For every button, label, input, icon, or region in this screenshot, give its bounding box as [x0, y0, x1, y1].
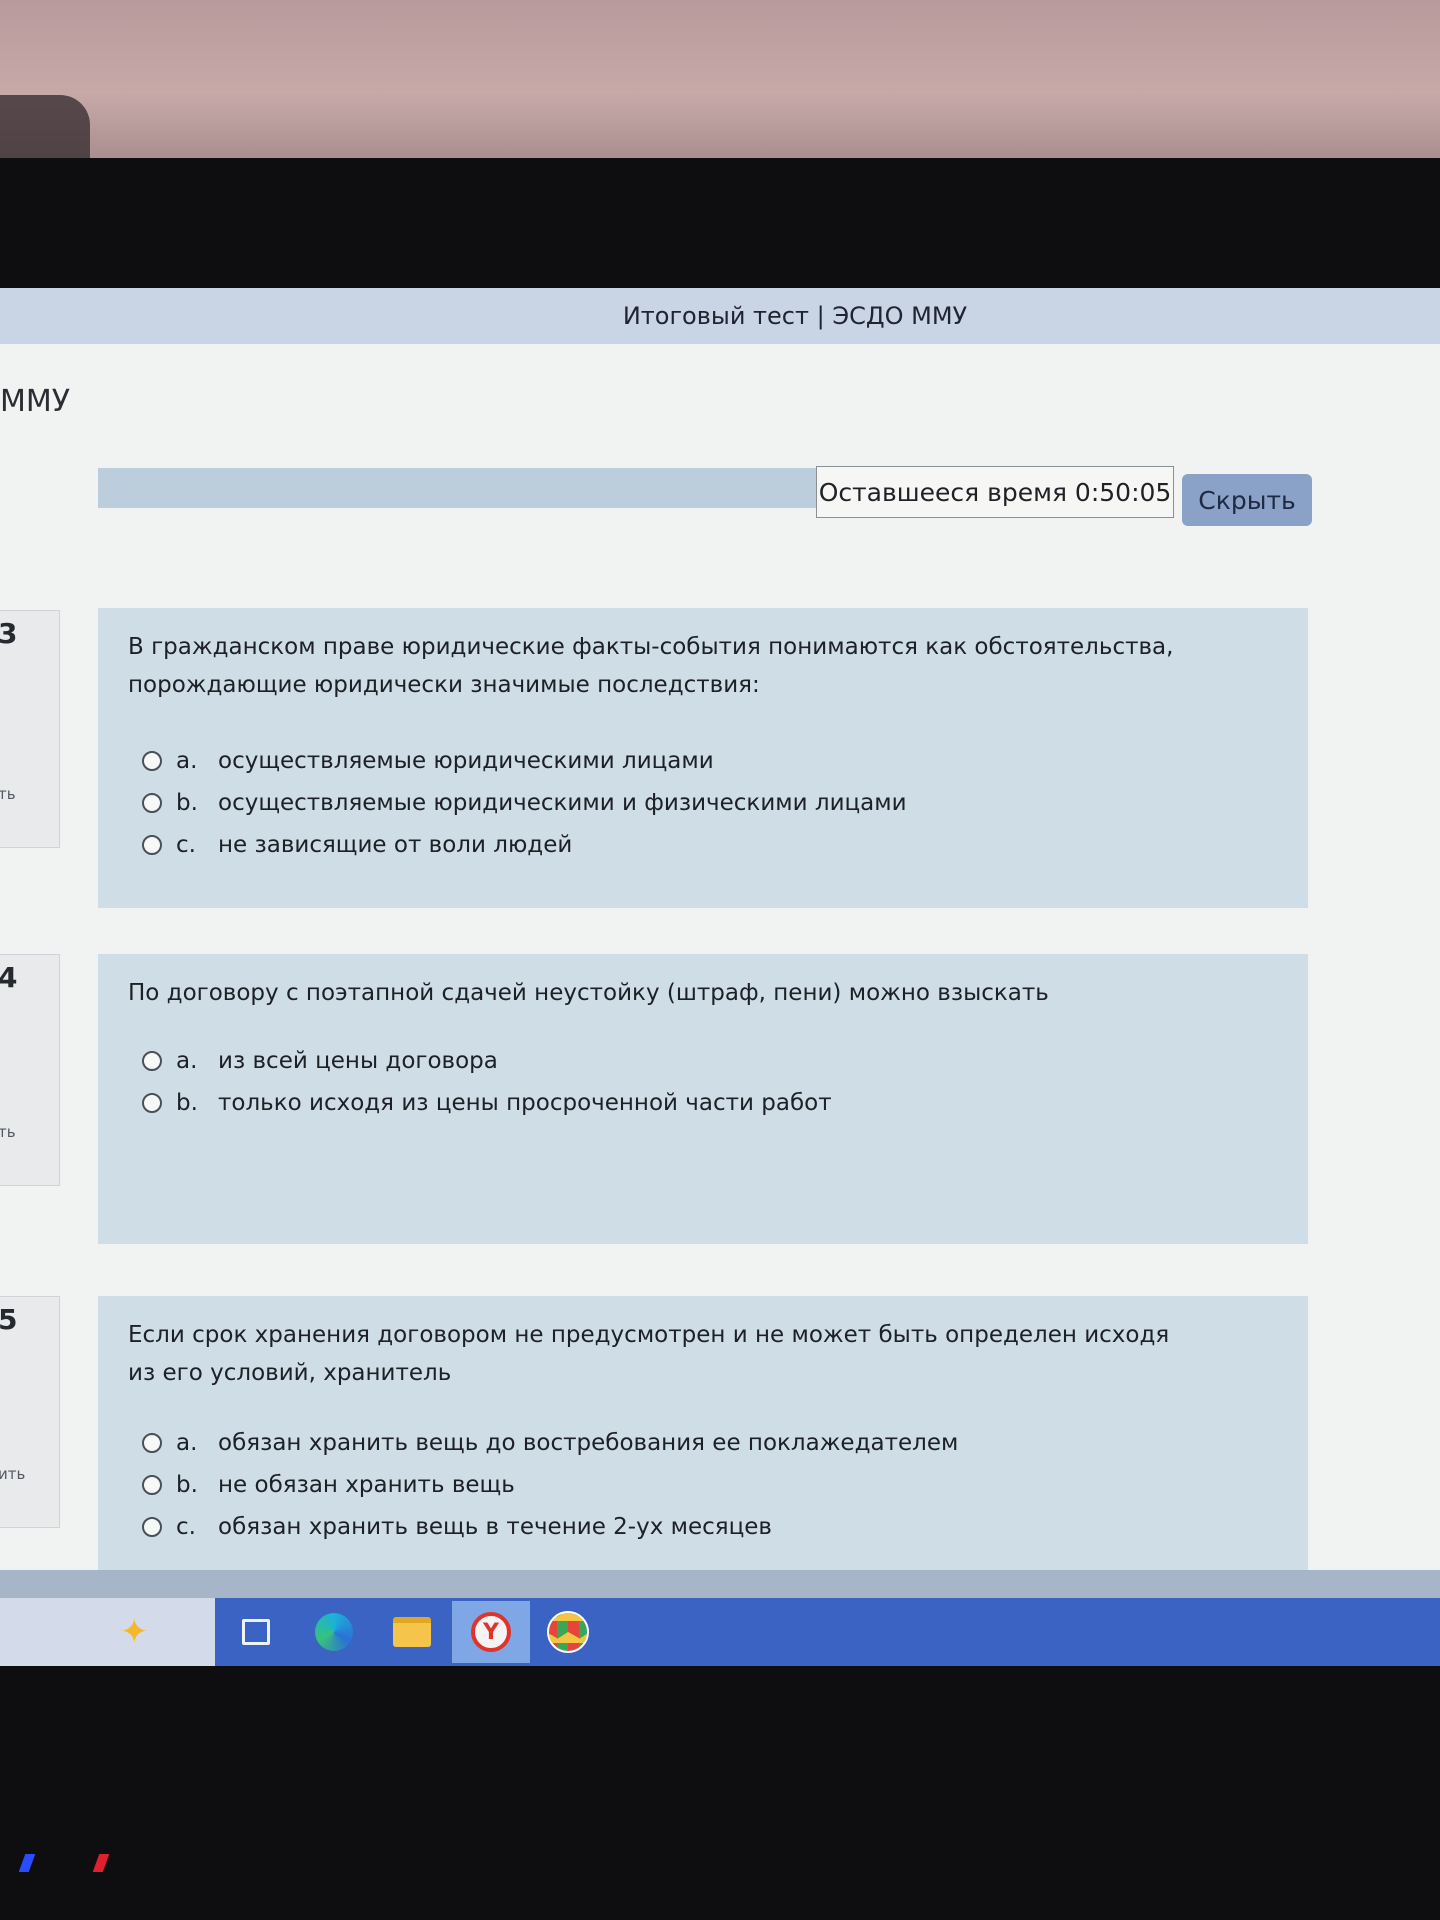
radio-button[interactable] — [142, 835, 162, 855]
answer-letter: c. — [176, 1514, 196, 1540]
answer-text: из всей цены договора — [218, 1048, 498, 1074]
question-text: По договору с поэтапной сдачей неустойку… — [128, 980, 1049, 1006]
answer-option-c[interactable]: c. обязан хранить вещь в течение 2-ух ме… — [142, 1506, 958, 1548]
answer-text: осуществляемые юридическими и физическим… — [218, 790, 907, 816]
answer-option-b[interactable]: b. только исходя из цены просроченной ча… — [142, 1082, 832, 1124]
answer-text: не обязан хранить вещь — [218, 1472, 515, 1498]
question-card-5: Если срок хранения договором не предусмо… — [98, 1296, 1308, 1586]
answer-letter: a. — [176, 748, 198, 774]
answer-text: не зависящие от воли людей — [218, 832, 573, 858]
task-view-glyph — [242, 1619, 270, 1645]
radio-button[interactable] — [142, 1051, 162, 1071]
answer-list: a. из всей цены договора b. только исход… — [142, 1040, 832, 1124]
edge-icon[interactable] — [310, 1608, 358, 1656]
answer-list: a. осуществляемые юридическими лицами b.… — [142, 740, 907, 866]
flag-question-link[interactable]: ть — [0, 1123, 16, 1141]
screen: Итоговый тест | ЭСДО ММУ ММУ Оставшееся … — [0, 288, 1440, 1666]
question-number: 3 — [0, 617, 18, 650]
yandex-glyph: Y — [471, 1612, 511, 1652]
answer-option-c[interactable]: c. не зависящие от воли людей — [142, 824, 907, 866]
answer-list: a. обязан хранить вещь до востребования … — [142, 1422, 958, 1548]
radio-button[interactable] — [142, 1093, 162, 1113]
timer-bar — [98, 468, 818, 508]
folder-glyph — [393, 1617, 431, 1647]
edge-glyph — [315, 1613, 353, 1651]
radio-button[interactable] — [142, 793, 162, 813]
background-object — [0, 95, 90, 165]
question-info-5: 5 ить — [0, 1296, 60, 1528]
answer-text: обязан хранить вещь в течение 2-ух месяц… — [218, 1514, 772, 1540]
radio-button[interactable] — [142, 1517, 162, 1537]
site-name: ММУ — [0, 384, 71, 419]
answer-letter: b. — [176, 790, 198, 816]
answer-option-a[interactable]: a. осуществляемые юридическими лицами — [142, 740, 907, 782]
chrome-icon[interactable] — [544, 1608, 592, 1656]
chrome-glyph — [547, 1611, 589, 1653]
answer-text: только исходя из цены просроченной части… — [218, 1090, 832, 1116]
question-card-3: В гражданском праве юридические факты-со… — [98, 608, 1308, 908]
radio-button[interactable] — [142, 1475, 162, 1495]
flag-question-link[interactable]: ть — [0, 785, 16, 803]
answer-letter: a. — [176, 1430, 198, 1456]
sparkle-icon: ✦ — [120, 1612, 149, 1652]
answer-text: осуществляемые юридическими лицами — [218, 748, 714, 774]
taskbar: ✦ Y — [0, 1598, 1440, 1666]
file-explorer-icon[interactable] — [388, 1608, 436, 1656]
question-text: Если срок хранения договором не предусмо… — [128, 1322, 1170, 1386]
timer-display: Оставшееся время 0:50:05 — [816, 466, 1174, 518]
horizontal-scrollbar[interactable] — [0, 1570, 1440, 1598]
window-title: Итоговый тест | ЭСДО ММУ — [622, 302, 968, 330]
window-title-bar: Итоговый тест | ЭСДО ММУ — [0, 288, 1440, 344]
radio-button[interactable] — [142, 751, 162, 771]
question-number: 4 — [0, 961, 18, 994]
taskbar-search[interactable]: ✦ — [0, 1598, 215, 1666]
answer-option-b[interactable]: b. не обязан хранить вещь — [142, 1464, 958, 1506]
quiz-page: ММУ Оставшееся время 0:50:05 Скрыть 3 ть… — [0, 344, 1440, 1586]
question-number: 5 — [0, 1303, 18, 1336]
flag-question-link[interactable]: ить — [0, 1465, 25, 1483]
answer-text: обязан хранить вещь до востребования ее … — [218, 1430, 959, 1456]
yandex-browser-icon[interactable]: Y — [452, 1601, 530, 1663]
answer-letter: a. — [176, 1048, 198, 1074]
question-card-4: По договору с поэтапной сдачей неустойку… — [98, 954, 1308, 1244]
answer-option-b[interactable]: b. осуществляемые юридическими и физичес… — [142, 782, 907, 824]
question-info-4: 4 ть — [0, 954, 60, 1186]
hide-timer-button[interactable]: Скрыть — [1182, 474, 1312, 526]
question-info-3: 3 ть — [0, 610, 60, 848]
answer-letter: b. — [176, 1472, 198, 1498]
answer-option-a[interactable]: a. из всей цены договора — [142, 1040, 832, 1082]
background-wall — [0, 0, 1440, 170]
answer-option-a[interactable]: a. обязан хранить вещь до востребования … — [142, 1422, 958, 1464]
answer-letter: b. — [176, 1090, 198, 1116]
question-text: В гражданском праве юридические факты-со… — [128, 634, 1174, 698]
radio-button[interactable] — [142, 1433, 162, 1453]
answer-letter: c. — [176, 832, 196, 858]
task-view-icon[interactable] — [232, 1608, 280, 1656]
